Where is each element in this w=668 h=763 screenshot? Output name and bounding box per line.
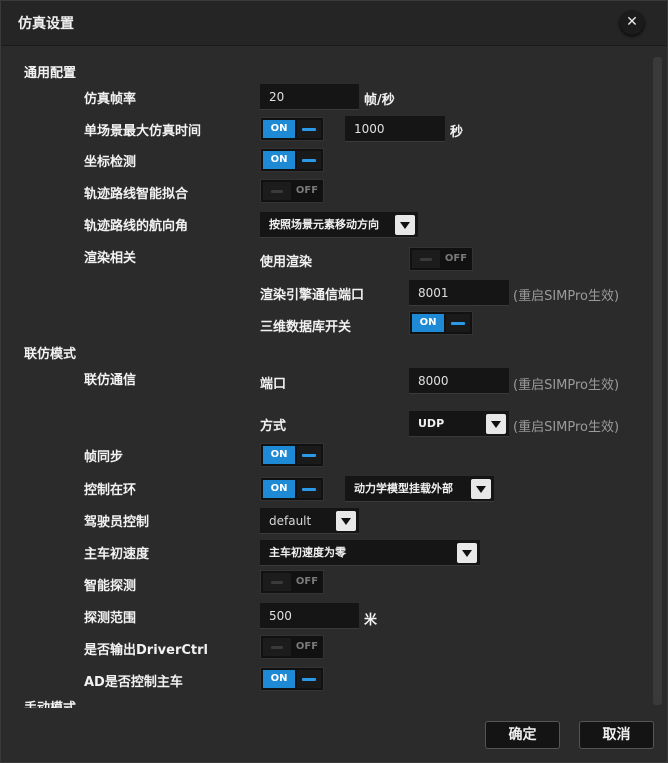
track-fit-toggle[interactable]: OFF	[260, 179, 324, 203]
settings-content: 通用配置 仿真帧率 20 帧/秒 单场景最大仿真时间 ON 1000 秒 坐标检…	[1, 46, 651, 708]
ad-control-label: AD是否控制主车	[84, 675, 183, 690]
render-label: 渲染相关	[84, 251, 137, 266]
toggle-off-text: OFF	[444, 253, 468, 264]
max-time-toggle[interactable]: ON	[260, 117, 324, 141]
toggle-knob	[297, 446, 321, 464]
output-driverctrl-toggle[interactable]: OFF	[260, 635, 324, 659]
init-speed-selected-value: 主车初速度为零	[269, 546, 346, 559]
cosim-mode-select[interactable]: UDP	[409, 411, 509, 437]
max-time-input[interactable]: 1000	[345, 116, 445, 142]
close-icon[interactable]: ✕	[620, 11, 644, 35]
toggle-on-text: ON	[263, 446, 295, 464]
toggle-on-text: ON	[263, 151, 295, 169]
dialog-titlebar: 仿真设置 ✕	[1, 1, 667, 46]
max-time-unit: 秒	[450, 125, 464, 140]
toggle-on-text: ON	[263, 120, 295, 138]
use-render-label: 使用渲染	[260, 255, 313, 270]
toggle-knob	[297, 480, 321, 498]
use-render-toggle[interactable]: OFF	[409, 247, 473, 271]
heading-label: 轨迹路线的航向角	[84, 219, 189, 234]
toggle-off-text: OFF	[295, 185, 319, 196]
section-cosim-title: 联仿模式	[24, 347, 77, 362]
toggle-on-text: ON	[263, 480, 295, 498]
toggle-off-text: OFF	[295, 641, 319, 652]
init-speed-select[interactable]: 主车初速度为零	[260, 540, 480, 566]
frame-sync-label: 帧同步	[84, 450, 124, 465]
control-loop-toggle[interactable]: ON	[260, 477, 324, 501]
toggle-off-text: OFF	[295, 576, 319, 587]
driver-control-label: 驾驶员控制	[84, 515, 150, 530]
toggle-knob	[297, 151, 321, 169]
init-speed-label: 主车初速度	[84, 547, 150, 562]
db-switch-toggle[interactable]: ON	[409, 311, 473, 335]
chevron-down-icon[interactable]	[486, 414, 506, 434]
detect-range-input[interactable]: 500	[260, 603, 359, 629]
cosim-mode-selected-value: UDP	[418, 417, 445, 430]
smart-detect-toggle[interactable]: OFF	[260, 570, 324, 594]
track-fit-label: 轨迹路线智能拟合	[84, 187, 189, 202]
toggle-on-text: ON	[412, 314, 444, 332]
section-manual-title: 手动模式	[24, 697, 76, 708]
chevron-down-icon[interactable]	[471, 479, 491, 499]
driver-control-selected-value: default	[269, 514, 312, 528]
ad-control-toggle[interactable]: ON	[260, 667, 324, 691]
cosim-mode-label: 方式	[260, 419, 287, 434]
heading-select[interactable]: 按照场景元素移动方向	[260, 212, 418, 238]
chevron-down-icon[interactable]	[395, 215, 415, 235]
db-switch-label: 三维数据库开关	[260, 320, 352, 335]
cosim-comm-label: 联仿通信	[84, 373, 137, 388]
cosim-port-hint: (重启SIMPro生效)	[513, 378, 620, 393]
chevron-down-icon[interactable]	[336, 511, 356, 531]
cosim-port-input[interactable]: 8000	[409, 368, 509, 394]
toggle-knob	[297, 670, 321, 688]
frame-rate-label: 仿真帧率	[84, 92, 137, 107]
coord-check-toggle[interactable]: ON	[260, 148, 324, 172]
frame-rate-unit: 帧/秒	[364, 93, 395, 108]
frame-sync-toggle[interactable]: ON	[260, 443, 324, 467]
render-port-label: 渲染引擎通信端口	[260, 288, 365, 303]
cosim-port-label: 端口	[260, 377, 287, 392]
settings-dialog: 仿真设置 ✕ 通用配置 仿真帧率 20 帧/秒 单场景最大仿真时间 ON 100…	[0, 0, 668, 763]
toggle-knob	[263, 638, 291, 656]
coord-check-label: 坐标检测	[84, 155, 137, 170]
render-port-input[interactable]: 8001	[409, 280, 509, 306]
dialog-title: 仿真设置	[18, 16, 74, 32]
control-loop-select[interactable]: 动力学模型挂载外部	[345, 476, 494, 502]
toggle-knob	[263, 573, 291, 591]
driver-control-select[interactable]: default	[260, 508, 359, 534]
vertical-scrollbar[interactable]	[653, 57, 662, 705]
toggle-knob	[412, 250, 440, 268]
detect-range-unit: 米	[364, 613, 378, 628]
cosim-mode-hint: (重启SIMPro生效)	[513, 420, 620, 435]
toggle-knob	[446, 314, 470, 332]
frame-rate-input[interactable]: 20	[260, 84, 359, 110]
cancel-button[interactable]: 取消	[579, 721, 654, 749]
chevron-down-icon[interactable]	[457, 543, 477, 563]
max-time-label: 单场景最大仿真时间	[84, 124, 202, 139]
detect-range-label: 探测范围	[84, 611, 137, 626]
toggle-on-text: ON	[263, 670, 295, 688]
heading-selected-value: 按照场景元素移动方向	[269, 218, 379, 231]
toggle-knob	[263, 182, 291, 200]
control-loop-selected-value: 动力学模型挂载外部	[354, 482, 453, 495]
toggle-knob	[297, 120, 321, 138]
smart-detect-label: 智能探测	[84, 579, 137, 594]
section-general-title: 通用配置	[24, 66, 77, 81]
render-port-hint: (重启SIMPro生效)	[513, 289, 620, 304]
ok-button[interactable]: 确定	[485, 721, 560, 749]
output-driverctrl-label: 是否输出DriverCtrl	[84, 643, 208, 658]
control-loop-label: 控制在环	[84, 483, 137, 498]
